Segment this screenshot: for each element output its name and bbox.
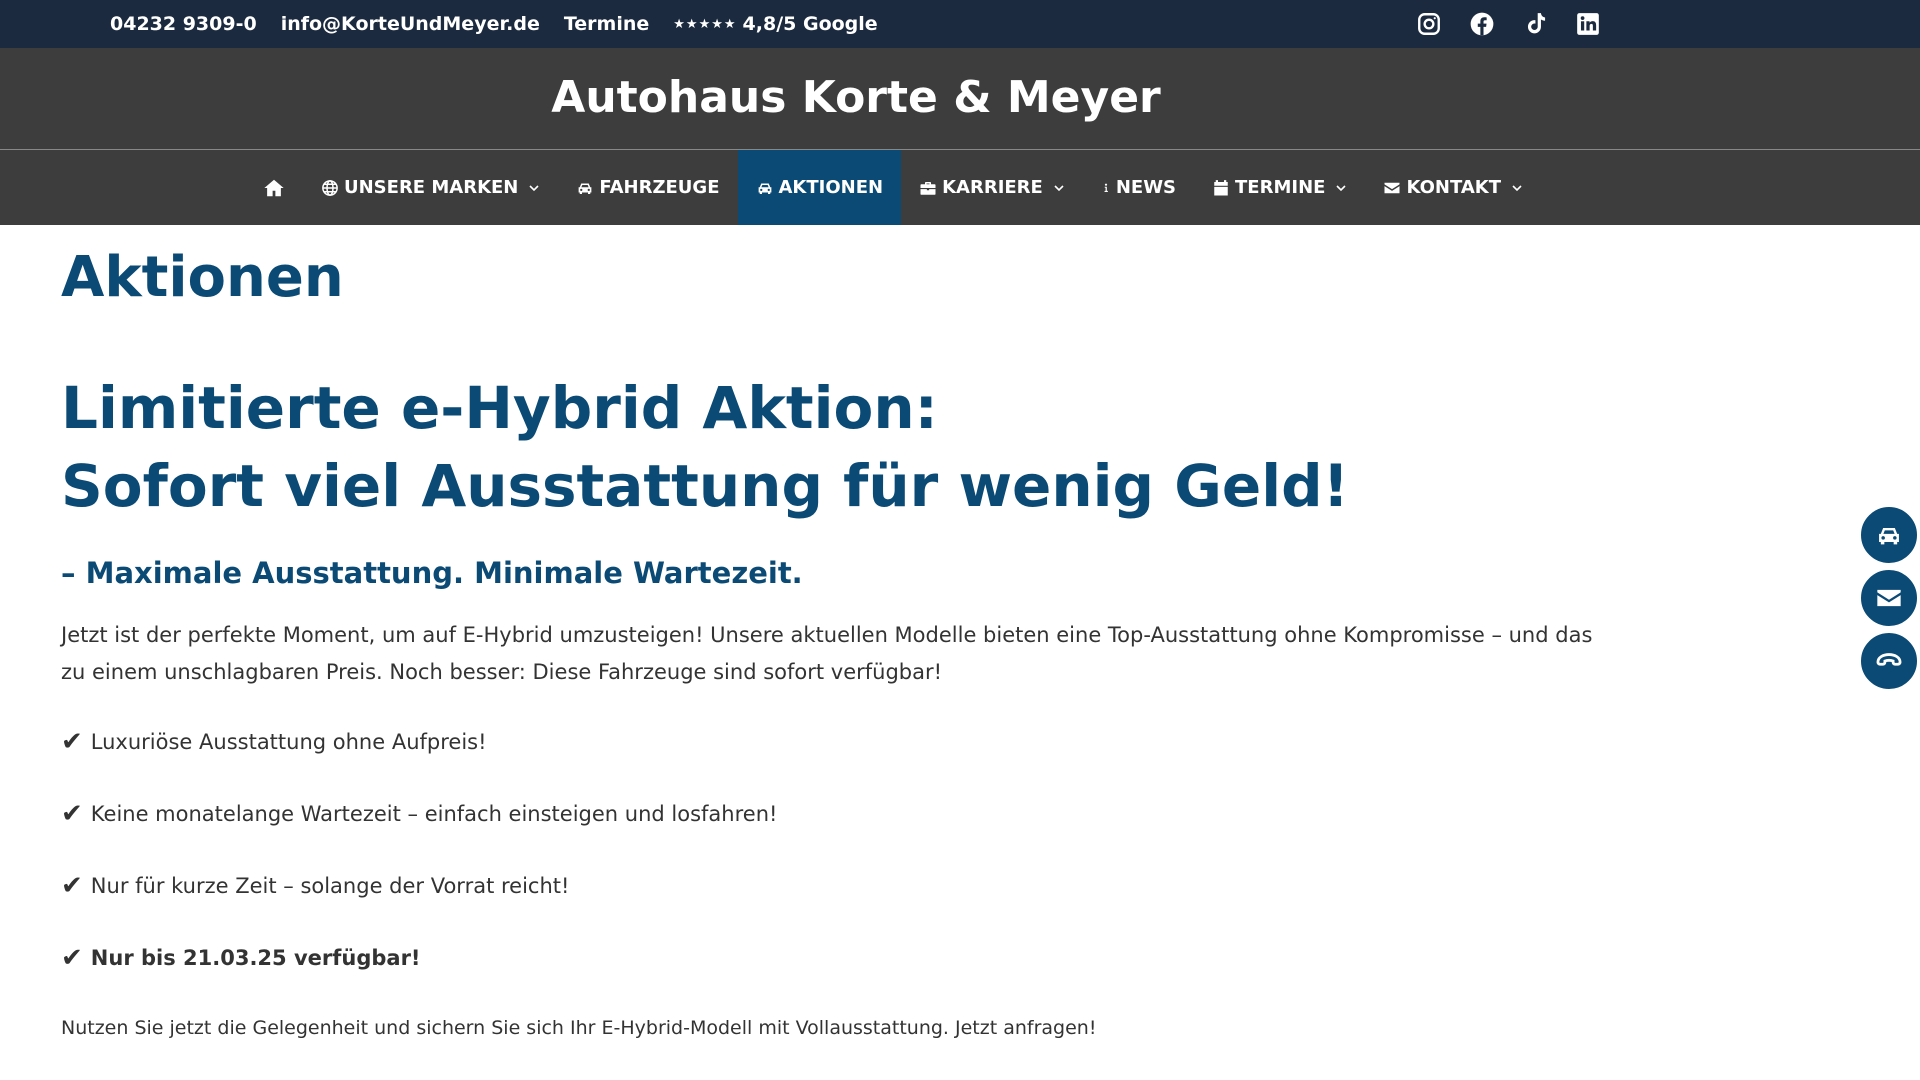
- checkmark-icon: ✔: [61, 799, 83, 829]
- nav-home[interactable]: [245, 150, 303, 225]
- facebook-icon[interactable]: [1469, 11, 1495, 37]
- nav-label-karriere: KARRIERE: [942, 177, 1043, 198]
- calendar-icon: [1214, 179, 1228, 195]
- list-item: ✔ Keine monatelange Wartezeit – einfach …: [61, 796, 1621, 833]
- rating-stars: ★★★★★: [673, 16, 737, 32]
- tiktok-icon[interactable]: [1522, 11, 1548, 37]
- checkmark-icon: ✔: [61, 943, 83, 973]
- nav-item-fahrzeuge[interactable]: FAHRZEUGE: [558, 150, 737, 225]
- main-nav: UNSERE MARKEN FAHRZEUGE AKTIONEN KARRIER…: [0, 150, 1920, 225]
- termine-link[interactable]: Termine: [564, 13, 649, 35]
- main-content: Aktionen Limitierte e-Hybrid Aktion: Sof…: [61, 245, 1621, 1044]
- nav-label-news: NEWS: [1115, 177, 1177, 198]
- brand-header: Autohaus Korte & Meyer: [0, 48, 1920, 150]
- floating-phone-button[interactable]: [1859, 631, 1919, 691]
- rating-text[interactable]: 4,8/5 Google: [743, 13, 878, 35]
- checkmark-icon: ✔: [61, 871, 83, 901]
- floating-actions: [1859, 505, 1919, 694]
- email-link[interactable]: info@KorteUndMeyer.de: [281, 13, 540, 35]
- chevron-down-icon: [1054, 184, 1064, 191]
- nav-label-fahrzeuge: FAHRZEUGE: [599, 177, 720, 198]
- briefcase-icon: [920, 181, 936, 195]
- nav-item-unsere-marken[interactable]: UNSERE MARKEN: [303, 150, 558, 225]
- chevron-down-icon: [529, 184, 539, 191]
- page-title: Aktionen: [61, 245, 344, 310]
- list-item-text: Keine monatelange Wartezeit – einfach ei…: [90, 802, 778, 826]
- list-item-text: Nur bis 21.03.25 verfügbar!: [90, 946, 421, 970]
- checkmark-icon: ✔: [61, 727, 83, 757]
- home-icon: [264, 179, 284, 196]
- top-bar: 04232 9309-0 info@KorteUndMeyer.de Termi…: [0, 0, 1920, 48]
- linkedin-icon[interactable]: [1575, 11, 1601, 37]
- intro-paragraph: Jetzt ist der perfekte Moment, um auf E-…: [61, 623, 1593, 684]
- floating-car-button[interactable]: [1859, 505, 1919, 565]
- car-icon: [758, 183, 771, 194]
- phone-link[interactable]: 04232 9309-0: [110, 13, 257, 35]
- nav-label-aktionen: AKTIONEN: [778, 177, 884, 198]
- floating-email-button[interactable]: [1859, 568, 1919, 628]
- envelope-icon: [1384, 182, 1400, 193]
- phone-icon: [1876, 653, 1902, 666]
- info-icon: [1104, 183, 1108, 192]
- car-icon: [579, 183, 592, 194]
- headline-line-1: Limitierte e-Hybrid Aktion:: [61, 374, 938, 442]
- instagram-icon[interactable]: [1416, 11, 1442, 37]
- nav-item-karriere[interactable]: KARRIERE: [901, 150, 1083, 225]
- site-title[interactable]: Autohaus Korte & Meyer: [0, 72, 1712, 123]
- chevron-down-icon: [1512, 184, 1522, 191]
- list-item: ✔ Luxuriöse Ausstattung ohne Aufpreis!: [61, 724, 1621, 761]
- nav-label-kontakt: KONTAKT: [1406, 177, 1501, 198]
- benefit-list: ✔ Luxuriöse Ausstattung ohne Aufpreis! ✔…: [61, 724, 1621, 977]
- list-item-text: Nur für kurze Zeit – solange der Vorrat …: [90, 874, 570, 898]
- top-contact: 04232 9309-0 info@KorteUndMeyer.de Termi…: [110, 0, 902, 48]
- social-links: [1416, 11, 1628, 37]
- car-icon: [1879, 528, 1899, 545]
- cta-paragraph: Nutzen Sie jetzt die Gelegenheit und sic…: [61, 1017, 1097, 1039]
- promo-headline: Limitierte e-Hybrid Aktion: Sofort viel …: [61, 369, 1621, 525]
- globe-icon: [322, 179, 338, 196]
- nav-item-termine[interactable]: TERMINE: [1194, 150, 1365, 225]
- nav-item-aktionen[interactable]: AKTIONEN: [737, 150, 902, 225]
- promo-subheadline: – Maximale Ausstattung. Minimale Warteze…: [61, 556, 803, 590]
- headline-line-2: Sofort viel Ausstattung für wenig Geld!: [61, 452, 1350, 520]
- list-item-text: Luxuriöse Ausstattung ohne Aufpreis!: [90, 730, 487, 754]
- nav-label-unsere-marken: UNSERE MARKEN: [344, 177, 519, 198]
- list-item: ✔ Nur bis 21.03.25 verfügbar!: [61, 940, 1621, 977]
- envelope-icon: [1877, 589, 1901, 607]
- nav-label-termine: TERMINE: [1235, 177, 1326, 198]
- nav-item-kontakt[interactable]: KONTAKT: [1365, 150, 1541, 225]
- chevron-down-icon: [1336, 184, 1347, 191]
- list-item: ✔ Nur für kurze Zeit – solange der Vorra…: [61, 868, 1621, 905]
- nav-item-news[interactable]: NEWS: [1083, 150, 1194, 225]
